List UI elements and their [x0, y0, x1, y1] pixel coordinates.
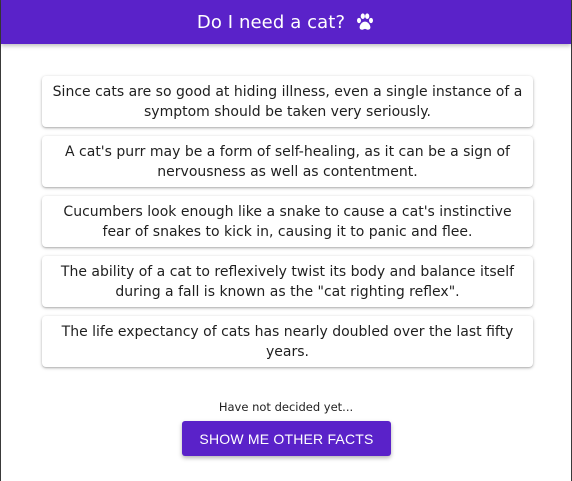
fact-card: Cucumbers look enough like a snake to ca…	[42, 196, 533, 247]
fact-card: The ability of a cat to reflexively twis…	[42, 256, 533, 307]
fact-card: The life expectancy of cats has nearly d…	[42, 316, 533, 367]
paw-icon	[355, 12, 375, 32]
show-other-facts-button[interactable]: SHOW ME OTHER FACTS	[182, 421, 391, 456]
fact-card: Since cats are so good at hiding illness…	[42, 76, 533, 127]
app-title: Do I need a cat?	[196, 11, 346, 33]
fact-card: A cat's purr may be a form of self-heali…	[42, 136, 533, 187]
app-bar: Do I need a cat?	[1, 0, 571, 44]
decision-status-text: Have not decided yet...	[218, 400, 354, 414]
facts-list: Since cats are so good at hiding illness…	[42, 76, 533, 376]
